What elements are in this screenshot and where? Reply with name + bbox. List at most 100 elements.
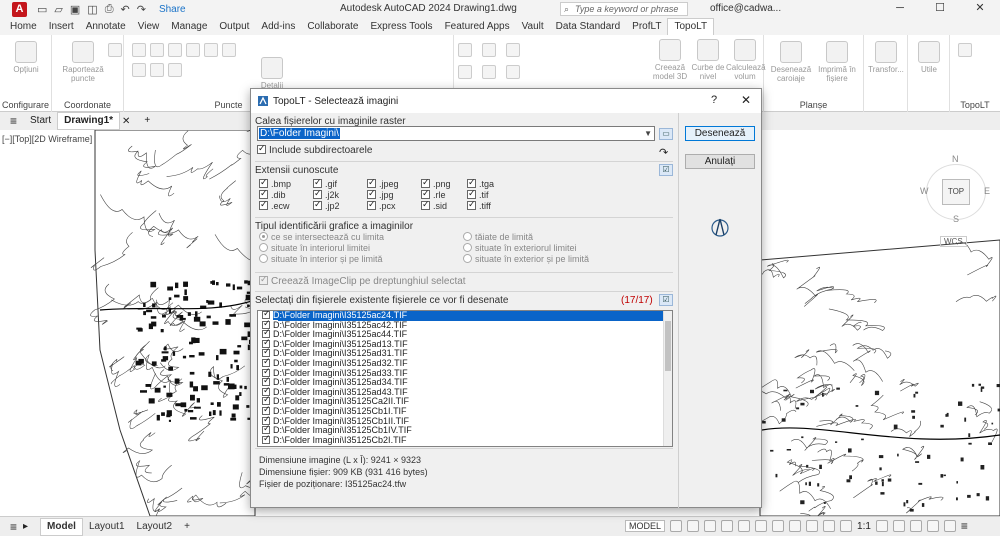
ribbon-small-button[interactable] <box>204 43 218 57</box>
extension-checkbox[interactable]: .tiff <box>467 199 491 211</box>
chevron-down-icon[interactable]: ▼ <box>644 127 652 140</box>
model-space-toggle[interactable]: MODEL <box>625 520 666 532</box>
new-icon[interactable]: ▭ <box>37 3 47 16</box>
menu-icon[interactable]: ≡ <box>10 114 24 128</box>
menu-icon[interactable]: ≡ <box>10 520 17 534</box>
north-label[interactable]: N <box>952 154 959 164</box>
extension-checkbox[interactable]: .sid <box>421 199 447 211</box>
annotation-scale[interactable]: 1:1 <box>857 521 871 532</box>
ribbon-tab-manage[interactable]: Manage <box>165 19 213 35</box>
select-all-extensions-icon[interactable]: ☑ <box>659 164 673 176</box>
ribbon-tab-data-standard[interactable]: Data Standard <box>550 19 627 35</box>
snap-icon[interactable] <box>687 520 700 532</box>
radio-outside-and-on[interactable]: situate în exterior și pe limită <box>463 254 589 264</box>
new-tab-button[interactable]: + <box>138 113 156 129</box>
ribbon-small-button[interactable] <box>482 43 496 57</box>
east-label[interactable]: E <box>984 186 990 196</box>
ribbon-small-button[interactable] <box>222 43 236 57</box>
include-subdirs-checkbox[interactable]: Include subdirectoarele <box>257 143 372 156</box>
ribbon-tab-topolt[interactable]: TopoLT <box>667 18 715 35</box>
redo-icon[interactable]: ↷ <box>137 3 146 16</box>
ribbon-small-button[interactable] <box>186 43 200 57</box>
ribbon-tab-insert[interactable]: Insert <box>43 19 80 35</box>
ribbon-tab-proflt[interactable]: ProfLT <box>626 19 667 35</box>
polar-icon[interactable] <box>721 520 734 532</box>
ribbon-tab-view[interactable]: View <box>132 19 166 35</box>
draw-grids-button[interactable]: Desenează caroiaje <box>768 41 814 83</box>
file-list-item[interactable]: D:\Folder Imagini\I35125Cb2I.TIF <box>258 434 672 446</box>
ribbon-small-button[interactable] <box>458 65 472 79</box>
gear-icon[interactable] <box>875 520 888 532</box>
hardware-acceleration-icon[interactable] <box>926 520 939 532</box>
ribbon-tab-annotate[interactable]: Annotate <box>80 19 132 35</box>
ribbon-small-button[interactable] <box>168 63 182 77</box>
add-layout-button[interactable]: + <box>178 519 196 535</box>
ribbon-small-button[interactable] <box>108 43 122 57</box>
files-scrollbar[interactable] <box>663 311 672 446</box>
ribbon-tab-collaborate[interactable]: Collaborate <box>301 19 364 35</box>
ribbon-small-button[interactable] <box>150 63 164 77</box>
tab-drawing1[interactable]: Drawing1* <box>57 112 121 130</box>
wcs-menu[interactable]: WCS <box>940 236 967 247</box>
west-label[interactable]: W <box>920 186 929 196</box>
undo-icon[interactable]: ↶ <box>121 3 130 16</box>
osnap-icon[interactable] <box>755 520 768 532</box>
ribbon-tab-home[interactable]: Home <box>4 19 43 35</box>
contour-lines-button[interactable]: Curbe de nivel <box>690 39 726 81</box>
isodraft-icon[interactable] <box>738 520 751 532</box>
transparency-icon[interactable] <box>806 520 819 532</box>
viewcube[interactable]: N S E W TOP WCS <box>918 152 994 247</box>
tab-layout2[interactable]: Layout2 <box>131 519 179 535</box>
print-to-files-button[interactable]: Imprimă în fișiere <box>814 41 860 83</box>
ribbon-tab-featured-apps[interactable]: Featured Apps <box>439 19 516 35</box>
tab-model[interactable]: Model <box>40 517 83 536</box>
extension-checkbox[interactable]: .ecw <box>259 199 290 211</box>
ribbon-tab-vault[interactable]: Vault <box>516 19 550 35</box>
otrack-icon[interactable] <box>772 520 785 532</box>
clean-screen-icon[interactable] <box>943 520 956 532</box>
report-points-button[interactable]: Raportează puncte <box>58 41 108 83</box>
close-tab-icon[interactable]: ✕ <box>122 116 130 127</box>
extension-checkbox[interactable]: .jp2 <box>313 199 340 211</box>
ribbon-small-button[interactable] <box>132 63 146 77</box>
refresh-icon[interactable]: ↷ <box>659 146 668 159</box>
options-button[interactable]: Opțiuni <box>6 41 46 74</box>
ribbon-small-button[interactable] <box>958 43 972 57</box>
tab-layout1[interactable]: Layout1 <box>83 519 131 535</box>
create-3d-model-button[interactable]: Creează model 3D <box>650 39 690 81</box>
ribbon-tab-output[interactable]: Output <box>213 19 255 35</box>
ribbon-tab-add-ins[interactable]: Add-ins <box>255 19 301 35</box>
select-all-files-icon[interactable]: ☑ <box>659 294 673 306</box>
ribbon-small-button[interactable] <box>132 43 146 57</box>
share-button[interactable]: Share <box>159 4 186 15</box>
open-icon[interactable]: ▱ <box>54 3 62 16</box>
tab-start[interactable]: Start <box>24 113 57 129</box>
transform-button[interactable]: Transfor... <box>866 41 906 74</box>
annotation-icon[interactable] <box>840 520 853 532</box>
save-icon[interactable]: ▣ <box>70 3 80 16</box>
chevron-icon[interactable]: ▸ <box>23 521 28 532</box>
selection-cycling-icon[interactable] <box>823 520 836 532</box>
radio-clipped[interactable]: tăiate de limită <box>463 232 533 242</box>
grid-icon[interactable] <box>670 520 683 532</box>
extension-checkbox[interactable]: .pcx <box>367 199 396 211</box>
save-as-icon[interactable]: ◫ <box>87 3 97 16</box>
south-label[interactable]: S <box>953 214 959 224</box>
minimize-icon[interactable]: ─ <box>880 0 920 18</box>
radio-inside-and-on[interactable]: situate în interior și pe limită <box>259 254 383 264</box>
user-account[interactable]: office@cadwa... <box>710 3 781 14</box>
maximize-icon[interactable]: ☐ <box>920 0 960 18</box>
scroll-thumb[interactable] <box>665 321 671 371</box>
close-icon[interactable]: ✕ <box>960 0 1000 18</box>
path-field[interactable]: D:\Folder Imagini\ ▼ <box>257 126 655 141</box>
close-button[interactable]: ✕ <box>741 93 751 107</box>
ribbon-small-button[interactable] <box>506 43 520 57</box>
viewcube-top-face[interactable]: TOP <box>942 179 970 205</box>
ribbon-small-button[interactable] <box>150 43 164 57</box>
print-icon[interactable]: ⎙ <box>105 3 114 16</box>
lineweight-icon[interactable] <box>789 520 802 532</box>
radio-intersect[interactable]: ce se intersectează cu limita <box>259 232 384 242</box>
radio-inside[interactable]: situate în interiorul limitei <box>259 243 370 253</box>
isolate-icon[interactable] <box>909 520 922 532</box>
radio-outside[interactable]: situate în exteriorul limitei <box>463 243 577 253</box>
